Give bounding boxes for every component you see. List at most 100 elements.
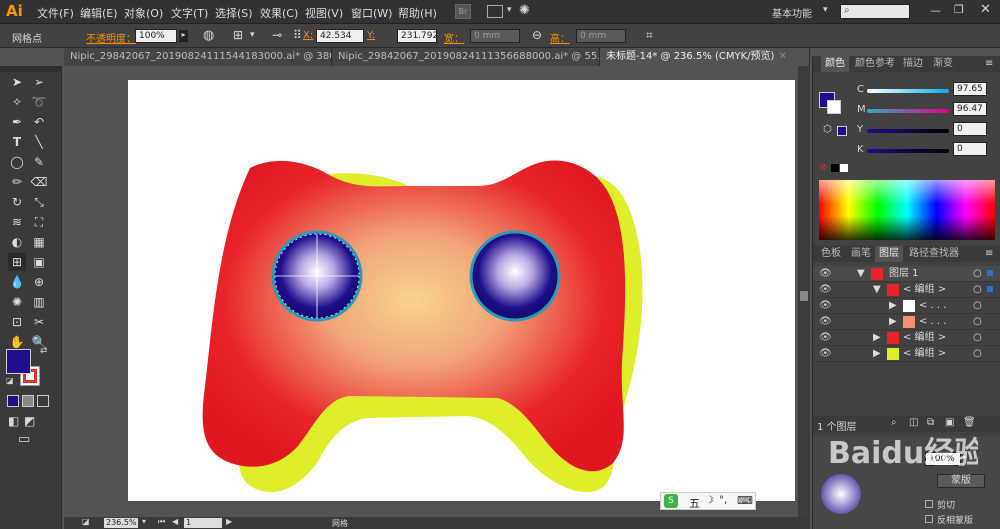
layer-label[interactable]: < 编组 > [903, 346, 946, 362]
tab-gradient[interactable]: 渐变 [929, 56, 957, 72]
layer-row[interactable]: 👁 ▶ < 编组 > ○ [813, 330, 1000, 346]
swap-colors-icon[interactable]: ⇄ [40, 346, 48, 356]
width-label[interactable]: 宽： [444, 30, 464, 45]
zoom-field[interactable]: 236.5% [104, 518, 138, 528]
recolor-icon[interactable]: ◍ [203, 28, 214, 43]
layer-row[interactable]: 👁 ▶ < 编组 > ○ [813, 346, 1000, 362]
selection-indicator[interactable] [987, 286, 993, 292]
free-transform-tool-icon[interactable]: ⛶ [30, 213, 48, 231]
none-mode-icon[interactable] [37, 395, 49, 407]
eyedropper-tool-icon[interactable]: 💧 [8, 273, 26, 291]
layers-menu-icon[interactable]: ≡ [985, 248, 993, 259]
layer-label[interactable]: < . . . [919, 298, 946, 314]
expand-icon[interactable]: ▶ [873, 346, 881, 362]
column-graph-tool-icon[interactable]: ▥ [30, 293, 48, 311]
first-page-icon[interactable]: ⏮ [158, 517, 165, 527]
layer-label[interactable]: < 编组 > [903, 330, 946, 346]
workspace-chevron-icon[interactable]: ▾ [823, 5, 828, 15]
menu-file[interactable]: 文件(F) [37, 5, 74, 21]
tab-swatches[interactable]: 色板 [817, 246, 845, 262]
tab-document-3[interactable]: 未标题-14* @ 236.5% (CMYK/预览) ✕ [600, 48, 810, 66]
channel-k-slider[interactable] [867, 149, 949, 153]
eye-icon[interactable]: 👁 [819, 266, 832, 282]
expand-icon[interactable]: ▼ [873, 282, 881, 298]
expand-icon[interactable]: ▶ [889, 314, 897, 330]
panel-menu-icon[interactable]: ≡ [985, 58, 993, 69]
gamut-swatch[interactable] [837, 126, 847, 136]
layer-label[interactable]: < 编组 > [903, 282, 946, 298]
eraser-tool-icon[interactable]: ⌫ [30, 173, 48, 191]
warp-tool-icon[interactable]: ≋ [8, 213, 26, 231]
tab-document-2[interactable]: Nipic_29842067_20190824111356688000.ai* … [332, 48, 600, 66]
align-chevron-icon[interactable]: ▾ [250, 30, 255, 40]
expand-icon[interactable]: ▼ [857, 266, 865, 282]
y-field[interactable]: 231.792 [397, 29, 438, 43]
shape-builder-tool-icon[interactable]: ◐ [8, 233, 26, 251]
channel-c-field[interactable]: 97.65 [953, 82, 987, 96]
layer-row[interactable]: 👁 ▼ < 编组 > ○ [813, 282, 1000, 298]
mesh-tool-icon[interactable]: ⊞ [8, 253, 26, 271]
color-stroke-swatch[interactable] [827, 100, 841, 114]
menu-object[interactable]: 对象(O) [124, 5, 163, 21]
channel-c-slider[interactable] [867, 89, 949, 93]
align-icon[interactable]: ⊞ [233, 28, 243, 42]
type-tool-icon[interactable]: T [8, 133, 26, 151]
out-of-gamut-icon[interactable]: ⬡ [823, 124, 832, 135]
new-sublayer-icon[interactable]: ⧉ [927, 417, 934, 428]
close-icon[interactable]: ✕ [778, 51, 786, 62]
channel-m-field[interactable]: 96.47 [953, 102, 987, 116]
link-icon[interactable]: ⊖ [532, 28, 542, 42]
scale-tool-icon[interactable]: ⤡ [30, 193, 48, 211]
gradient-tool-icon[interactable]: ▣ [30, 253, 48, 271]
target-icon[interactable]: ○ [973, 298, 982, 314]
white-swatch[interactable] [840, 164, 848, 172]
artboard-tool-icon[interactable]: ⊡ [8, 313, 26, 331]
channel-y-field[interactable]: 0 [953, 122, 987, 136]
layer-row[interactable]: 👁 ▼ 图层 1 ○ [813, 266, 1000, 282]
expand-icon[interactable]: ▶ [873, 330, 881, 346]
transparency-thumbnail[interactable] [821, 474, 861, 514]
slice-tool-icon[interactable]: ✂ [30, 313, 48, 331]
workspace-switcher[interactable]: 基本功能 [772, 5, 812, 20]
screen-mode-icon[interactable]: ▭ [18, 432, 30, 447]
opacity-field[interactable]: 100% [135, 29, 177, 43]
blend-tool-icon[interactable]: ⊕ [30, 273, 48, 291]
selection-indicator[interactable] [987, 270, 993, 276]
menu-type[interactable]: 文字(T) [171, 5, 208, 21]
channel-k-field[interactable]: 0 [953, 142, 987, 156]
mask-button[interactable]: 蒙版 [937, 474, 985, 488]
scroll-thumb[interactable] [800, 291, 808, 301]
bridge-icon[interactable]: Br [455, 4, 471, 19]
vertical-scrollbar[interactable] [798, 66, 810, 517]
none-color-icon[interactable]: ⊘ [819, 162, 827, 173]
eye-icon[interactable]: 👁 [819, 282, 832, 298]
x-label[interactable]: X: [303, 30, 313, 41]
x-field[interactable]: 42.534 [316, 29, 364, 43]
layer-label[interactable]: < . . . [919, 314, 946, 330]
ellipse-tool-icon[interactable]: ◯ [8, 153, 26, 171]
magic-wand-tool-icon[interactable]: ✧ [8, 93, 26, 111]
expand-icon[interactable]: ▶ [889, 298, 897, 314]
rotate-tool-icon[interactable]: ↻ [8, 193, 26, 211]
layer-label[interactable]: 图层 1 [889, 266, 919, 282]
clip-checkbox[interactable] [925, 500, 933, 508]
perspective-grid-tool-icon[interactable]: ▦ [30, 233, 48, 251]
layer-row[interactable]: 👁 ▶ < . . . ○ [813, 314, 1000, 330]
tab-layers[interactable]: 图层 [875, 246, 903, 262]
height-label[interactable]: 高： [550, 30, 570, 45]
tab-pathfinder[interactable]: 路径查找器 [905, 246, 963, 262]
target-icon[interactable]: ○ [973, 314, 982, 330]
layer-row[interactable]: 👁 ▶ < . . . ○ [813, 298, 1000, 314]
eye-icon[interactable]: 👁 [819, 330, 832, 346]
eye-icon[interactable]: 👁 [819, 314, 832, 330]
clipping-mask-icon[interactable]: ◫ [909, 417, 918, 428]
color-spectrum[interactable] [819, 180, 995, 240]
minimize-icon[interactable]: — [930, 4, 941, 17]
target-icon[interactable]: ○ [973, 330, 982, 346]
menu-window[interactable]: 窗口(W) [351, 5, 392, 21]
draw-mode-icon[interactable]: ◧ [8, 414, 19, 428]
eye-icon[interactable]: 👁 [819, 346, 832, 362]
channel-m-slider[interactable] [867, 109, 949, 113]
transform-icon[interactable]: ⌗ [646, 28, 653, 43]
opacity-arrow-icon[interactable]: ▸ [179, 30, 188, 42]
